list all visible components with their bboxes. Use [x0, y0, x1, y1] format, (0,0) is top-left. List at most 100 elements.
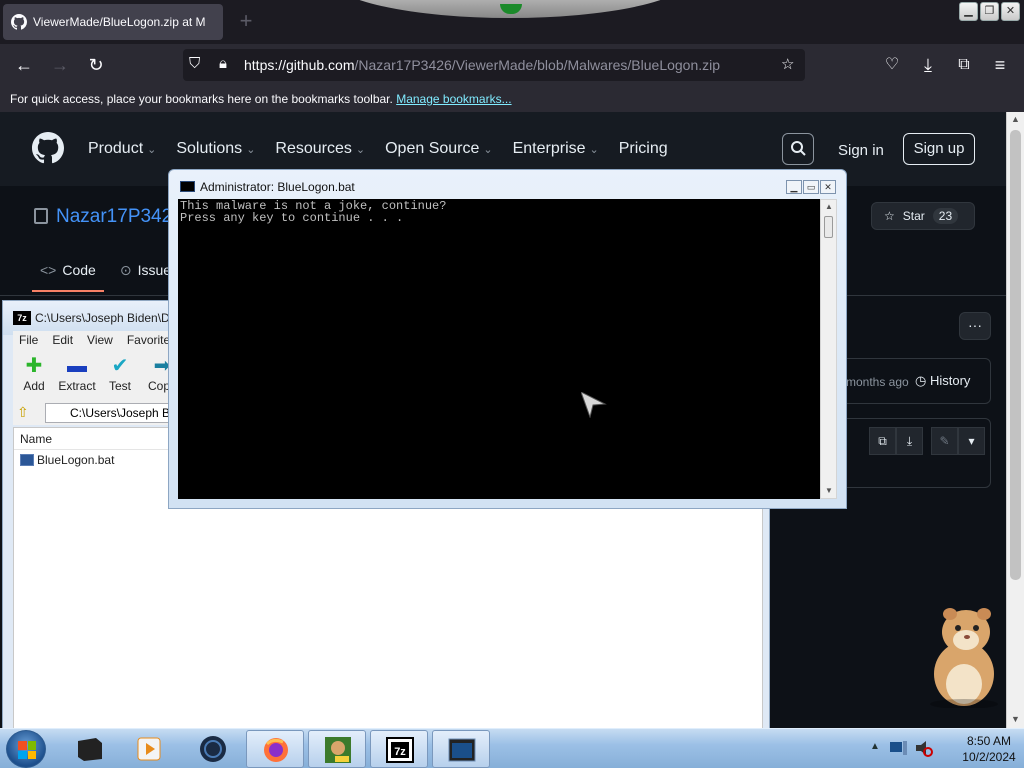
url-text[interactable]: https://github.com/Nazar17P3426/ViewerMa… [244, 57, 720, 73]
tab-code[interactable]: <> Code [32, 262, 104, 292]
taskbar-bonzi[interactable] [308, 730, 366, 768]
taskbar-media-player[interactable] [120, 730, 178, 768]
scroll-up-icon[interactable]: ▲ [1011, 114, 1020, 124]
folder-up-icon[interactable]: ⇧ [17, 404, 29, 421]
windows-logo-icon [18, 741, 36, 759]
cmd-scrollbar[interactable]: ▲ ▼ [820, 199, 837, 499]
reload-icon[interactable]: ↻ [85, 54, 107, 76]
history-link[interactable]: ◷ History [915, 373, 970, 389]
maximize-button[interactable]: ❐ [980, 2, 999, 21]
menu-pricing[interactable]: Pricing [619, 140, 668, 158]
lock-icon[interactable]: 🔒︎ [219, 55, 227, 72]
taskbar-7zip[interactable]: 7z [370, 730, 428, 768]
globe-app-icon [200, 736, 226, 762]
menu-view[interactable]: View [87, 331, 113, 349]
cmd-app-icon [448, 738, 476, 762]
menu-open-source-label: Open Source [385, 140, 480, 157]
browser-nav-bar: ← → ↻ ⛉ 🔒︎ https://github.com/Nazar17P34… [0, 44, 1024, 86]
system-tray: ▲ 8:50 AM 10/2/2024 [862, 729, 1024, 768]
minimize-button[interactable]: ▁ [786, 180, 802, 194]
menu-edit[interactable]: Edit [52, 331, 73, 349]
github-main-menu: Product ⌄ Solutions ⌄ Resources ⌄ Open Sour… [88, 140, 688, 158]
test-label: Test [108, 379, 131, 393]
pencil-icon[interactable]: ✎ [931, 427, 958, 455]
plus-icon: ✚ [25, 355, 43, 377]
mouse-cursor-icon [581, 392, 607, 418]
taskbar-firefox[interactable] [246, 730, 304, 768]
sign-in-link[interactable]: Sign in [838, 142, 884, 159]
new-tab-button[interactable]: + [236, 10, 256, 34]
firefox-icon [264, 738, 288, 762]
url-path: /Nazar17P3426/ViewerMade/blob/Malwares/B… [354, 57, 721, 73]
volume-mute-icon[interactable] [914, 739, 934, 757]
menu-solutions[interactable]: Solutions ⌄ [176, 140, 255, 158]
network-icon[interactable] [888, 739, 908, 757]
taskbar-terminal[interactable] [60, 730, 118, 768]
copy-icon[interactable]: ⧉ [869, 427, 896, 455]
taskbar-cmd[interactable] [432, 730, 490, 768]
menu-file[interactable]: File [19, 331, 38, 349]
shield-icon[interactable]: ⛉ [189, 55, 200, 72]
extract-label: Extract [58, 379, 96, 393]
7zip-title: C:\Users\Joseph Biden\Do [35, 311, 177, 325]
chevron-down-icon: ⌄ [483, 144, 493, 156]
console-line-2: Press any key to continue . . . [180, 211, 404, 225]
page-scrollbar[interactable]: ▲ ▼ [1006, 112, 1024, 728]
search-button[interactable] [782, 133, 814, 165]
scroll-thumb[interactable] [824, 216, 833, 238]
close-button[interactable]: ✕ [1001, 2, 1020, 21]
url-bar[interactable]: ⛉ 🔒︎ https://github.com/Nazar17P3426/Vie… [183, 49, 805, 81]
downloads-icon[interactable]: ⤓ [917, 54, 939, 76]
file-name: BlueLogon.bat [37, 453, 115, 467]
repo-owner-link[interactable]: Nazar17P3426 [56, 206, 183, 228]
menu-product[interactable]: Product ⌄ [88, 140, 156, 158]
maximize-button[interactable]: ▭ [803, 180, 819, 194]
more-options-button[interactable]: ··· [959, 312, 991, 340]
clock-date: 10/2/2024 [962, 750, 1016, 764]
browser-tab[interactable]: ViewerMade/BlueLogon.zip at M [3, 4, 223, 40]
taskbar: 7z ▲ 8:50 AM 10/2/2024 [0, 728, 1024, 768]
menu-open-source[interactable]: Open Source ⌄ [385, 140, 493, 158]
browser-tab-bar: ViewerMade/BlueLogon.zip at M + ▁ ❐ ✕ [0, 0, 1024, 44]
cmd-window: Administrator: BlueLogon.bat ▁ ▭ ✕ This … [168, 169, 847, 509]
test-button[interactable]: ✔ Test [99, 349, 141, 401]
scroll-down-icon[interactable]: ▼ [1011, 714, 1020, 724]
manage-bookmarks-link[interactable]: Manage bookmarks... [396, 92, 511, 106]
hamster-mascot-icon [930, 608, 998, 708]
extract-button[interactable]: ▬ Extract [55, 349, 99, 401]
star-button[interactable]: ☆ Star 23 [871, 202, 975, 230]
bookmark-star-icon[interactable]: ☆ [781, 55, 794, 73]
console-output[interactable]: This malware is not a joke, continue? Pr… [178, 199, 820, 499]
commit-time: months ago [846, 375, 909, 389]
menu-resources[interactable]: Resources ⌄ [275, 140, 365, 158]
pocket-icon[interactable]: ♡ [881, 54, 903, 76]
add-label: Add [23, 379, 45, 393]
media-player-icon [137, 737, 161, 761]
add-button[interactable]: ✚ Add [13, 349, 55, 401]
bookmarks-toolbar: For quick access, place your bookmarks h… [0, 86, 1024, 112]
start-button[interactable] [6, 730, 46, 768]
cmd-window-controls: ▁ ▭ ✕ [786, 180, 836, 194]
menu-icon[interactable]: ≡ [989, 54, 1011, 76]
download-icon[interactable]: ⤓ [896, 427, 923, 455]
scroll-down-icon[interactable]: ▼ [825, 486, 833, 495]
url-host: https://github.com [244, 57, 355, 73]
back-icon[interactable]: ← [13, 54, 35, 76]
sign-up-button[interactable]: Sign up [903, 133, 975, 165]
character-box-icon [325, 737, 351, 763]
scroll-up-icon[interactable]: ▲ [825, 202, 833, 211]
forward-icon[interactable]: → [49, 54, 71, 76]
menu-enterprise[interactable]: Enterprise ⌄ [513, 140, 599, 158]
extensions-icon[interactable]: ⧉ [953, 54, 975, 76]
minimize-button[interactable]: ▁ [959, 2, 978, 21]
terminal-app-icon [78, 738, 102, 761]
tray-expand-icon[interactable]: ▲ [870, 741, 880, 752]
github-logo-icon[interactable] [32, 132, 64, 164]
taskbar-app[interactable] [184, 730, 242, 768]
cmd-titlebar[interactable]: Administrator: BlueLogon.bat ▁ ▭ ✕ [169, 170, 846, 198]
batch-file-icon [20, 454, 34, 466]
chevron-down-icon[interactable]: ▾ [958, 427, 985, 455]
scroll-thumb[interactable] [1010, 130, 1021, 580]
clock[interactable]: 8:50 AM 10/2/2024 [954, 733, 1024, 765]
close-button[interactable]: ✕ [820, 180, 836, 194]
